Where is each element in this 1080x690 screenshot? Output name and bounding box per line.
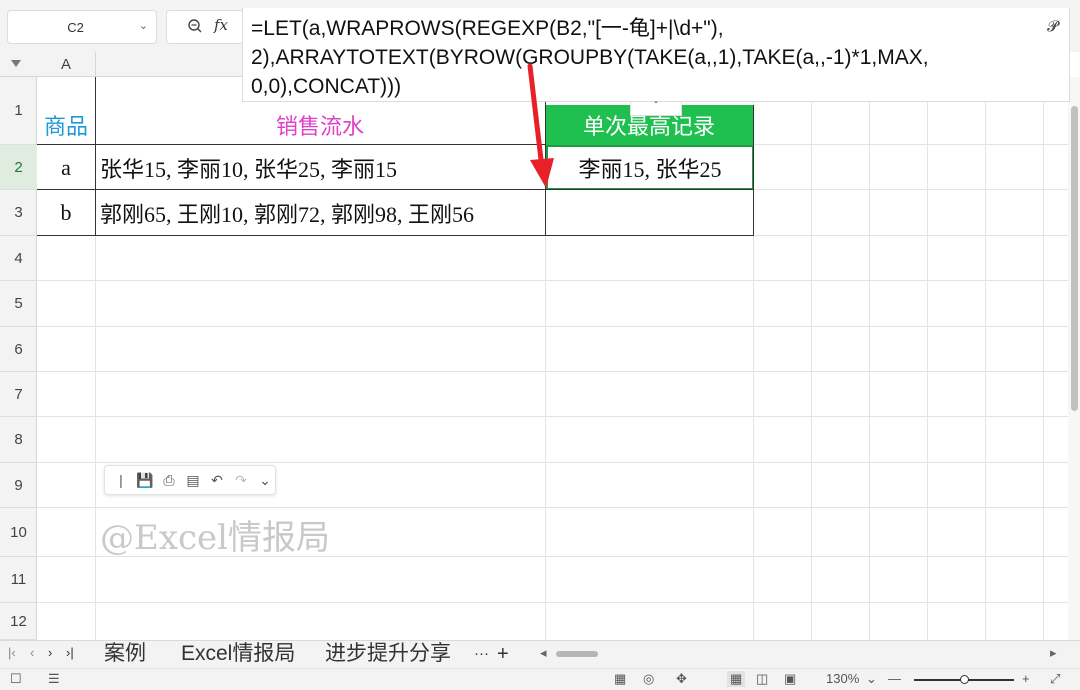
formula-line-2: 2),ARRAYTOTEXT(BYROW(GROUPBY(TAKE(a,,1),… xyxy=(251,46,929,69)
row-header-strip: 1 2 3 4 5 6 7 8 9 10 11 12 xyxy=(0,77,37,640)
row-header-5[interactable]: 5 xyxy=(0,281,37,327)
print-preview-icon[interactable]: ▤ xyxy=(183,472,203,489)
grid-settings-icon[interactable]: ▦ xyxy=(614,671,626,687)
floating-toolbar: | 💾 ⎙ ▤ ↶ ↷ ⌄ xyxy=(104,465,276,495)
row-header-2[interactable]: 2 xyxy=(0,145,37,190)
next-sheet-icon[interactable]: › xyxy=(48,645,52,660)
macro-icon[interactable]: ☐ xyxy=(10,671,22,687)
vertical-scroll-thumb[interactable] xyxy=(1071,106,1078,411)
header-product[interactable]: 商品 xyxy=(37,105,95,145)
row-header-10[interactable]: 10 xyxy=(0,508,37,557)
scroll-right-icon[interactable]: ▸ xyxy=(1050,645,1057,661)
page-break-icon[interactable]: ▣ xyxy=(784,671,796,687)
horizontal-scroll-thumb[interactable] xyxy=(556,651,598,657)
prev-sheet-icon[interactable]: ‹ xyxy=(30,645,34,660)
zoom-level[interactable]: 130% xyxy=(826,671,859,686)
normal-view-icon[interactable]: ▦ xyxy=(727,671,746,687)
formula-line-3: 0,0),CONCAT))) xyxy=(251,75,402,98)
sheet-tab-excel-bureau[interactable]: Excel情报局 xyxy=(181,641,295,667)
cell-sales-b[interactable]: 郭刚65, 王刚10, 郭刚72, 郭刚98, 王刚56 xyxy=(95,190,545,236)
row-header-12[interactable]: 12 xyxy=(0,603,37,640)
zoom-out-icon[interactable]: — xyxy=(888,671,901,686)
scroll-left-icon[interactable]: ◂ xyxy=(540,645,547,661)
cell-sales-a[interactable]: 张华15, 李丽10, 张华25, 李丽15 xyxy=(95,145,545,190)
chevron-down-icon[interactable]: ⌄ xyxy=(139,19,148,32)
row-header-7[interactable]: 7 xyxy=(0,372,37,417)
row-header-4[interactable]: 4 xyxy=(0,236,37,281)
undo-icon[interactable]: ↶ xyxy=(207,472,227,489)
print-icon[interactable]: ⎙ xyxy=(159,472,179,489)
text-cursor-icon[interactable]: | xyxy=(111,472,131,488)
sheet-tab-case[interactable]: 案例 xyxy=(104,641,146,667)
chevron-down-icon[interactable]: ⌄ xyxy=(866,671,877,687)
chevron-down-icon[interactable]: ⌄ xyxy=(255,472,275,489)
add-sheet-button[interactable]: + xyxy=(497,641,509,667)
header-sales-log[interactable]: 销售流水 xyxy=(95,105,545,145)
annotation-arrow xyxy=(527,63,554,188)
formula-line-1: =LET(a,WRAPROWS(REGEXP(B2,"[一-龟]+|\d+"), xyxy=(251,17,724,40)
formula-input[interactable]: =LET(a,WRAPROWS(REGEXP(B2,"[一-龟]+|\d+"),… xyxy=(242,8,1070,102)
eye-protection-icon[interactable]: ◎ xyxy=(643,671,654,687)
first-sheet-icon[interactable]: |‹ xyxy=(8,645,16,660)
column-header-a[interactable]: A xyxy=(37,52,96,77)
collapse-formula-button[interactable]: ˆ xyxy=(630,102,682,116)
page-layout-icon[interactable]: ◫ xyxy=(756,671,768,687)
zoom-formula-icon[interactable] xyxy=(186,17,204,35)
formula-close-icon[interactable]: 𝓟 xyxy=(1047,18,1058,35)
sheet-list-icon[interactable]: ☰ xyxy=(48,671,60,687)
cell-product-b[interactable]: b xyxy=(37,190,95,236)
watermark: @Excel情报局 xyxy=(100,518,331,558)
zoom-in-icon[interactable]: + xyxy=(1022,671,1030,686)
row-header-1[interactable]: 1 xyxy=(0,77,37,145)
row-header-8[interactable]: 8 xyxy=(0,417,37,463)
select-all-icon[interactable] xyxy=(11,60,21,67)
last-sheet-icon[interactable]: ›| xyxy=(66,645,74,660)
more-sheets-icon[interactable]: ··· xyxy=(474,641,489,667)
sheet-tab-progress-share[interactable]: 进步提升分享 xyxy=(325,641,451,667)
function-buttons xyxy=(166,10,244,44)
name-box[interactable]: C2 ⌄ xyxy=(7,10,157,44)
row-header-3[interactable]: 3 xyxy=(0,190,37,236)
row-header-9[interactable]: 9 xyxy=(0,463,37,508)
cell-focus-icon[interactable]: ✥ xyxy=(676,671,687,687)
save-icon[interactable]: 💾 xyxy=(135,472,155,489)
zoom-slider-handle[interactable] xyxy=(960,675,969,684)
cell-product-a[interactable]: a xyxy=(37,145,95,190)
insert-function-icon[interactable]: fx xyxy=(214,16,228,34)
fullscreen-icon[interactable]: ⤢ xyxy=(1050,671,1060,687)
name-box-value: C2 xyxy=(67,19,84,35)
redo-icon[interactable]: ↷ xyxy=(231,472,251,489)
row-header-11[interactable]: 11 xyxy=(0,557,37,603)
row-header-6[interactable]: 6 xyxy=(0,327,37,372)
